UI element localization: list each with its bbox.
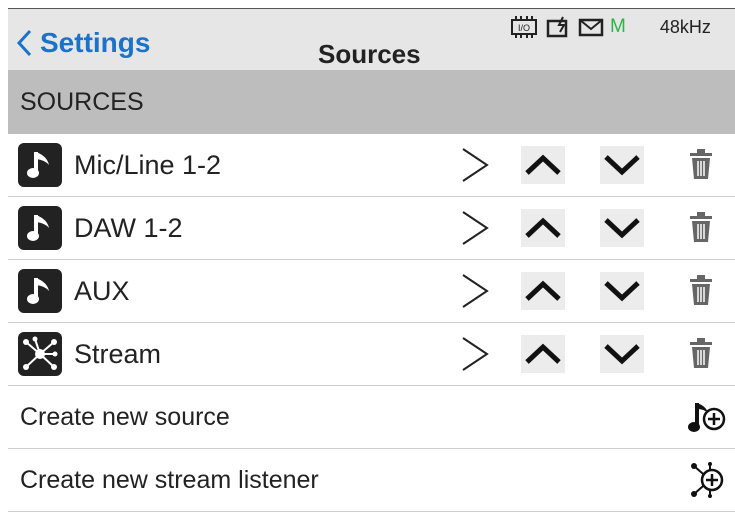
create-stream-listener-row[interactable]: Create new stream listener — [8, 449, 735, 512]
m-status-indicator: M — [610, 16, 626, 37]
sources-screen: Settings Sources I/O M 48kHz SOURCES Mic… — [0, 0, 735, 512]
section-title: SOURCES — [20, 87, 144, 116]
chevron-down-icon — [604, 281, 640, 302]
trash-icon[interactable] — [688, 337, 714, 374]
chevron-right-icon[interactable] — [460, 335, 490, 378]
move-up-button[interactable] — [521, 146, 565, 184]
chevron-up-icon — [525, 280, 561, 301]
source-row[interactable]: DAW 1-2 — [8, 197, 735, 260]
chevron-down-icon — [604, 344, 640, 365]
io-label: I/O — [518, 23, 530, 33]
source-name: AUX — [74, 275, 130, 306]
source-name: Stream — [74, 338, 162, 369]
move-down-button[interactable] — [600, 209, 644, 247]
io-chip-icon: I/O — [511, 16, 537, 38]
source-name: Mic/Line 1-2 — [74, 149, 222, 180]
move-up-button[interactable] — [521, 272, 565, 310]
music-note-icon — [18, 143, 62, 187]
move-down-button[interactable] — [600, 272, 644, 310]
back-label: Settings — [40, 27, 151, 58]
sample-rate: 48kHz — [659, 16, 711, 37]
add-music-note-icon[interactable] — [688, 399, 728, 440]
source-row[interactable]: Mic/Line 1-2 — [8, 134, 735, 197]
trash-icon[interactable] — [688, 274, 714, 311]
status-bar: I/O M 48kHz — [508, 15, 711, 39]
chevron-up-icon — [525, 154, 561, 175]
move-down-button[interactable] — [600, 146, 644, 184]
trash-icon[interactable] — [688, 211, 714, 248]
power-card-icon — [546, 16, 568, 38]
music-note-icon — [18, 269, 62, 313]
chevron-right-icon[interactable] — [460, 209, 490, 252]
sources-list: Mic/Line 1-2 DAW 1-2 AUX Stream Create n… — [8, 134, 735, 512]
source-row[interactable]: AUX — [8, 260, 735, 323]
chevron-up-icon — [525, 217, 561, 238]
move-down-button[interactable] — [600, 335, 644, 373]
move-up-button[interactable] — [521, 335, 565, 373]
section-header: SOURCES — [8, 70, 735, 134]
page-title: Sources — [318, 39, 421, 69]
create-source-label: Create new source — [20, 402, 230, 431]
create-source-row[interactable]: Create new source — [8, 386, 735, 449]
chevron-right-icon[interactable] — [460, 272, 490, 315]
move-up-button[interactable] — [521, 209, 565, 247]
source-row[interactable]: Stream — [8, 323, 735, 386]
top-bar: Settings Sources I/O M 48kHz — [8, 8, 735, 71]
source-name: DAW 1-2 — [74, 212, 183, 243]
trash-icon[interactable] — [688, 148, 714, 185]
chevron-up-icon — [525, 343, 561, 364]
chevron-left-icon — [16, 29, 32, 57]
back-button[interactable]: Settings — [16, 27, 150, 59]
network-icon — [18, 332, 62, 376]
add-network-icon[interactable] — [688, 462, 728, 503]
chevron-down-icon — [604, 218, 640, 239]
chevron-right-icon[interactable] — [460, 146, 490, 189]
music-note-icon — [18, 206, 62, 250]
mail-icon — [578, 18, 604, 37]
chevron-down-icon — [604, 155, 640, 176]
create-stream-listener-label: Create new stream listener — [20, 465, 319, 494]
